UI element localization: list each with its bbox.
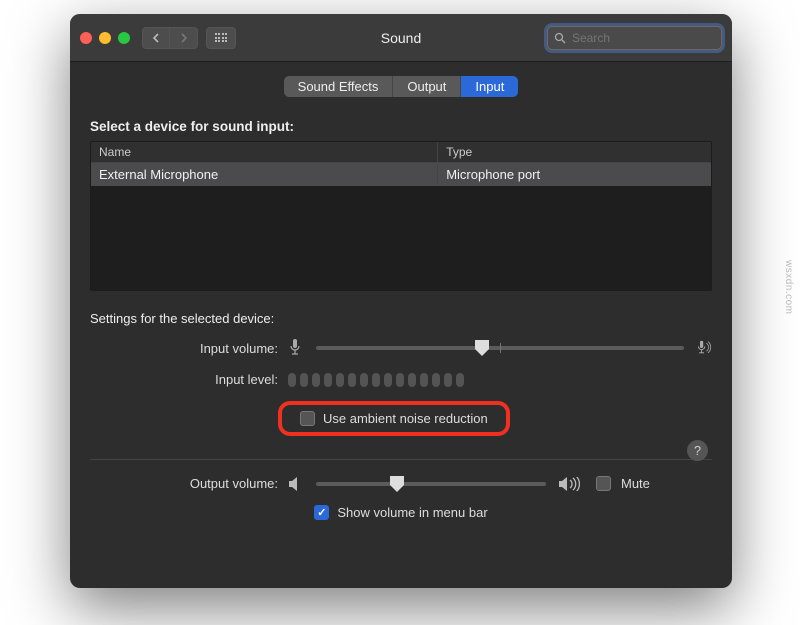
grid-icon [215, 33, 228, 42]
show-volume-checkbox[interactable] [314, 505, 329, 520]
tab-bar: Sound Effects Output Input [90, 76, 712, 97]
speaker-quiet-icon [288, 477, 304, 491]
input-volume-slider[interactable] [316, 346, 684, 350]
input-device-heading: Select a device for sound input: [90, 119, 712, 134]
device-name: External Microphone [91, 165, 438, 184]
output-volume-slider[interactable] [316, 482, 546, 486]
input-level-row: Input level: [90, 372, 712, 387]
content-area: Sound Effects Output Input Select a devi… [70, 62, 732, 536]
table-row[interactable]: External Microphone Microphone port [91, 163, 711, 186]
column-type[interactable]: Type [438, 142, 711, 162]
search-icon [554, 32, 566, 44]
back-button[interactable] [142, 27, 170, 49]
forward-button[interactable] [170, 27, 198, 49]
input-volume-label: Input volume: [90, 341, 288, 356]
tab-input[interactable]: Input [461, 76, 518, 97]
traffic-lights [80, 32, 130, 44]
help-button[interactable]: ? [687, 440, 708, 461]
show-all-button[interactable] [206, 27, 236, 49]
input-level-label: Input level: [90, 372, 288, 387]
device-type: Microphone port [438, 165, 711, 184]
search-field[interactable] [547, 26, 722, 50]
zoom-window-button[interactable] [118, 32, 130, 44]
show-volume-row: Show volume in menu bar [90, 505, 712, 520]
tab-output[interactable]: Output [393, 76, 461, 97]
close-window-button[interactable] [80, 32, 92, 44]
input-level-meter [288, 373, 464, 387]
mic-quiet-icon [288, 338, 304, 358]
ambient-noise-checkbox[interactable] [300, 411, 315, 426]
mic-loud-icon [696, 340, 712, 356]
output-volume-label: Output volume: [90, 476, 288, 491]
slider-thumb[interactable] [475, 340, 489, 356]
tab-sound-effects[interactable]: Sound Effects [284, 76, 394, 97]
watermark: wsxdn.com [783, 260, 794, 315]
ambient-noise-label: Use ambient noise reduction [323, 411, 488, 426]
mute-label: Mute [621, 476, 650, 491]
input-device-table: Name Type External Microphone Microphone… [90, 141, 712, 291]
speaker-loud-icon [558, 477, 580, 491]
minimize-window-button[interactable] [99, 32, 111, 44]
show-volume-label: Show volume in menu bar [337, 505, 487, 520]
input-volume-row: Input volume: [90, 338, 712, 358]
settings-heading: Settings for the selected device: [90, 311, 712, 326]
search-input[interactable] [572, 31, 727, 45]
mute-checkbox[interactable] [596, 476, 611, 491]
ambient-noise-highlight: Use ambient noise reduction [278, 401, 510, 436]
sound-preferences-window: Sound Sound Effects Output Input Select … [70, 14, 732, 588]
nav-buttons [142, 27, 198, 49]
slider-thumb[interactable] [390, 476, 404, 492]
output-volume-row: Output volume: Mute [90, 476, 712, 491]
divider [90, 459, 712, 460]
table-header: Name Type [91, 142, 711, 163]
column-name[interactable]: Name [91, 142, 438, 162]
titlebar: Sound [70, 14, 732, 62]
